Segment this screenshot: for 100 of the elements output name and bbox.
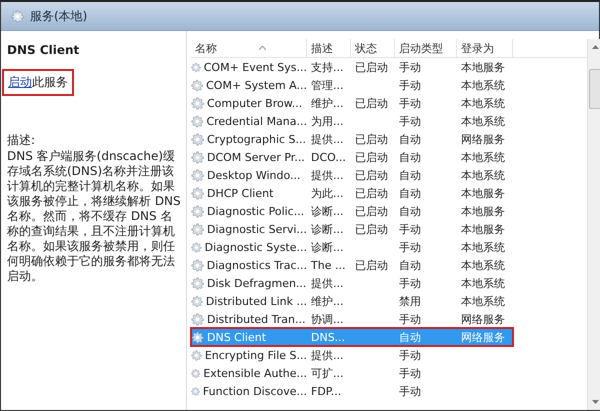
table-cell-text: 已启动 xyxy=(354,96,389,110)
table-cell-text: 本地系统 xyxy=(460,240,506,254)
table-cell-text: 本地系统 xyxy=(460,114,506,128)
table-cell-text: 已启动 xyxy=(354,186,389,200)
service-row[interactable]: Diagnostic Polic... 诊断... 已启动 自动 本地服务 xyxy=(191,202,587,220)
service-row[interactable]: COM+ Event Sys... 支持... 已启动 手动 本地服务 xyxy=(191,58,587,76)
service-row[interactable]: Disk Defragmen... 提供... 手动 本地系统 xyxy=(191,274,587,292)
gear-icon xyxy=(191,186,204,200)
table-cell-text: 本地系统 xyxy=(460,168,506,182)
table-cell-text: 诊断... xyxy=(310,222,344,236)
name-cell: Credential Mana... xyxy=(206,114,307,128)
table-cell-text: 提供... xyxy=(310,168,344,182)
table-cell-text: 手动 xyxy=(398,348,422,362)
gear-icon xyxy=(191,78,204,92)
gear-icon xyxy=(191,294,203,308)
service-row[interactable]: Distributed Tran... 协调... 手动 网络服务 xyxy=(191,310,587,328)
service-row[interactable]: COM+ System A... 管理... 手动 本地系统 xyxy=(191,76,587,94)
start-link[interactable]: 启动 xyxy=(8,75,32,89)
scroll-down-icon[interactable] xyxy=(592,400,599,404)
service-row[interactable]: Computer Brow... 维护... 已启动 手动 本地系统 xyxy=(191,94,587,112)
table-cell-text: 协调... xyxy=(310,312,344,326)
gear-icon xyxy=(191,222,204,236)
service-row[interactable]: Cryptographic S... 提供... 已启动 自动 网络服务 xyxy=(191,130,587,148)
table-cell-text: 手动 xyxy=(398,276,422,290)
gear-icon xyxy=(191,276,204,290)
gear-icon xyxy=(191,384,200,398)
table-cell-text: 已启动 xyxy=(354,60,389,74)
table-cell-text: 手动 xyxy=(398,114,422,128)
name-cell: Distributed Link ... xyxy=(206,294,307,308)
table-cell-text: 手动 xyxy=(398,222,422,236)
service-row[interactable]: Extensible Authe... 可扩... 手动 xyxy=(191,364,587,382)
table-cell-text: 自动 xyxy=(398,168,422,182)
service-row[interactable]: Desktop Windo... 提供... 已启动 自动 本地系统 xyxy=(191,166,587,184)
service-row[interactable]: Diagnostics Trac... The ... 已启动 自动 本地系统 xyxy=(191,256,587,274)
table-cell-text: 提供... xyxy=(310,132,344,146)
table-cell-text: 已启动 xyxy=(354,150,389,164)
table-cell-text: 本地系统 xyxy=(460,150,506,164)
name-cell: Cryptographic S... xyxy=(207,132,306,146)
table-cell-text: 手动 xyxy=(398,366,422,380)
column-header[interactable]: 描述 xyxy=(307,39,351,57)
column-header[interactable]: 启动类型 xyxy=(395,39,457,57)
column-header[interactable]: 登录为 xyxy=(457,39,513,57)
column-header[interactable]: 名称 xyxy=(191,39,307,57)
table-cell-text: FDP... xyxy=(310,384,342,398)
service-row[interactable]: Diagnostic Syste... 诊断... 手动 本地系统 xyxy=(191,238,587,256)
name-cell: Disk Defragmen... xyxy=(207,276,306,290)
gear-icon xyxy=(191,96,204,110)
table-cell-text: 为此... xyxy=(310,186,344,200)
action-text: 此服务 xyxy=(32,75,68,89)
gear-icon xyxy=(191,60,201,74)
table-cell-text: 手动 xyxy=(398,312,422,326)
table-cell-text: 禁用 xyxy=(398,294,422,308)
table-cell-text: The ... xyxy=(310,258,346,272)
table-cell-text: 自动 xyxy=(398,258,422,272)
gear-icon xyxy=(191,312,204,326)
header-title: 服务(本地) xyxy=(30,8,88,24)
table-cell-text: 本地系统 xyxy=(460,294,506,308)
table-cell-text: 网络服务 xyxy=(460,132,506,146)
gear-icon xyxy=(191,204,204,218)
table-cell-text: 管理... xyxy=(310,78,344,92)
service-row[interactable]: Distributed Link ... 维护... 禁用 本地系统 xyxy=(191,292,587,310)
name-cell: Diagnostic Servi... xyxy=(207,222,307,236)
table-cell-text: 为用... xyxy=(310,114,344,128)
table-cell-text: 自动 xyxy=(398,150,422,164)
scroll-thumb[interactable] xyxy=(589,69,600,109)
table-cell-text: 手动 xyxy=(398,78,422,92)
name-cell: Diagnostic Syste... xyxy=(204,240,307,254)
table-cell-text: 自动 xyxy=(398,186,422,200)
table-cell-text: 自动 xyxy=(398,132,422,146)
service-row[interactable]: Function Discove... FDP... 手动 xyxy=(191,382,587,400)
gear-icon xyxy=(11,10,24,22)
table-cell-text: 本地系统 xyxy=(460,78,506,92)
sort-caret-icon xyxy=(259,46,266,50)
gear-icon xyxy=(191,330,204,344)
name-cell: COM+ Event Sys... xyxy=(204,60,307,74)
gear-icon xyxy=(191,150,204,164)
name-cell: DNS Client xyxy=(207,330,266,344)
table-cell-text: 本地服务 xyxy=(460,60,506,74)
service-row[interactable]: DCOM Server Pr... DCO... 已启动 自动 本地系统 xyxy=(191,148,587,166)
service-row[interactable]: Encrypting File S... 提供... 手动 xyxy=(191,346,587,364)
table-cell-text: 手动 xyxy=(398,60,422,74)
table-cell-text: 本地系统 xyxy=(460,276,506,290)
table-cell-text: 本地服务 xyxy=(460,186,506,200)
table-cell-text: 本地系统 xyxy=(460,96,506,110)
service-row[interactable]: DHCP Client 为此... 已启动 自动 本地服务 xyxy=(191,184,587,202)
service-row[interactable]: Diagnostic Servi... 诊断... 已启动 手动 本地服务 xyxy=(191,220,587,238)
table-cell-text: 维护... xyxy=(310,96,344,110)
service-row[interactable]: Credential Mana... 为用... 手动 本地系统 xyxy=(191,112,587,130)
scroll-up-icon[interactable] xyxy=(592,45,599,49)
name-cell: DCOM Server Pr... xyxy=(207,150,305,164)
column-header[interactable]: 状态 xyxy=(351,39,395,57)
name-cell: Diagnostic Polic... xyxy=(207,204,304,218)
table-cell-text: 手动 xyxy=(398,384,422,398)
scrollbar[interactable] xyxy=(587,39,600,410)
gear-icon xyxy=(191,348,202,362)
description-label: 描述: xyxy=(7,132,36,149)
table-cell-text: 已启动 xyxy=(354,258,389,272)
name-cell: DHCP Client xyxy=(207,186,274,200)
name-cell: Function Discove... xyxy=(202,384,307,398)
name-cell: COM+ System A... xyxy=(206,78,307,92)
